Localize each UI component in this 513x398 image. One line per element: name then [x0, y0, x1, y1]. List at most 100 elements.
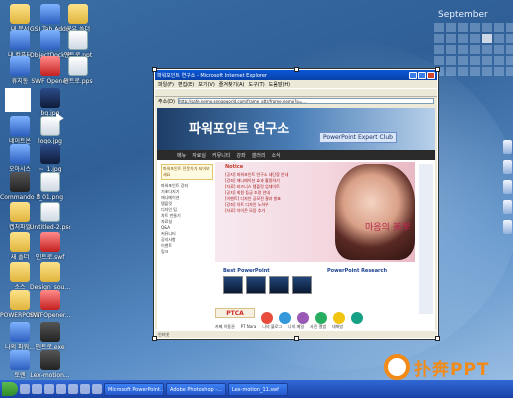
- section-research-label[interactable]: PowerPoint Research: [327, 268, 387, 274]
- mail-icon[interactable]: [315, 312, 327, 324]
- calendar-day[interactable]: [458, 56, 468, 65]
- blog-icon[interactable]: [297, 312, 309, 324]
- blank-icon[interactable]: [5, 88, 31, 112]
- calendar-day[interactable]: [446, 45, 456, 54]
- desktop-icon[interactable]: f_01.png: [30, 172, 70, 201]
- thumbnail-3[interactable]: [269, 276, 289, 294]
- quicklaunch-icon-5[interactable]: [68, 384, 78, 394]
- calendar-day[interactable]: [506, 45, 513, 54]
- browser-window[interactable]: 파워포인트 연구소 - Microsoft Internet Explorer …: [152, 67, 440, 341]
- quicklaunch-icon-6[interactable]: [80, 384, 90, 394]
- section-best-label[interactable]: Best PowerPoint: [223, 268, 270, 274]
- promo-box[interactable]: 파워포인트 전문가가 되어보세요: [161, 164, 213, 180]
- quicklaunch-icon-7[interactable]: [92, 384, 102, 394]
- calendar-day[interactable]: [506, 67, 513, 76]
- desktop-icon[interactable]: Design_sou...: [30, 262, 70, 291]
- dock-tab-4[interactable]: [503, 200, 512, 214]
- menu-item[interactable]: 도움말(H): [269, 81, 290, 88]
- calendar-day[interactable]: [458, 23, 468, 32]
- dock-tab-5[interactable]: [503, 220, 512, 234]
- desktop-icon[interactable]: 공유 폴더: [58, 4, 98, 33]
- calendar-day[interactable]: [470, 23, 480, 32]
- ptca-logo[interactable]: PTCA: [215, 308, 255, 318]
- desktop-icon[interactable]: bg.jpg: [30, 88, 70, 117]
- calendar-day[interactable]: [482, 67, 492, 76]
- desktop-icon[interactable]: SWFOpener...: [30, 290, 70, 319]
- menu-item[interactable]: 도구(T): [249, 81, 265, 88]
- desktop-icon[interactable]: Lex-motion...: [30, 350, 70, 379]
- desktop-icon[interactable]: 인트로.pps: [58, 56, 98, 85]
- resize-handle-br[interactable]: [435, 336, 440, 341]
- quicklaunch-icon-1[interactable]: [20, 384, 30, 394]
- thumbnail-4[interactable]: [292, 276, 312, 294]
- calendar-day[interactable]: [470, 67, 480, 76]
- resize-handle-tr[interactable]: [435, 67, 440, 72]
- calendar-day[interactable]: [494, 67, 504, 76]
- desktop-icon[interactable]: ~_1.jpg: [30, 144, 70, 173]
- calendar-day[interactable]: [494, 23, 504, 32]
- calendar-day[interactable]: [506, 34, 513, 43]
- site-nav-item[interactable]: 메뉴: [177, 152, 186, 159]
- calendar-day[interactable]: [506, 23, 513, 32]
- sidebar-link[interactable]: 링크: [161, 249, 213, 255]
- calendar-day[interactable]: [434, 56, 444, 65]
- quicklaunch-icon-2[interactable]: [32, 384, 42, 394]
- quicklaunch-icon-4[interactable]: [56, 384, 66, 394]
- menu-item[interactable]: 보기(V): [198, 81, 215, 88]
- calendar-day[interactable]: [434, 45, 444, 54]
- resize-handle-t[interactable]: [294, 67, 299, 72]
- calendar-day[interactable]: [446, 56, 456, 65]
- start-button[interactable]: [2, 382, 18, 396]
- menu-item[interactable]: 즐겨찾기(A): [219, 81, 245, 88]
- calendar-day[interactable]: [470, 45, 480, 54]
- calendar-day[interactable]: [434, 34, 444, 43]
- chat-icon[interactable]: [351, 312, 363, 324]
- calendar-day[interactable]: [434, 23, 444, 32]
- news-item[interactable]: [자료] 아이콘 모음 추가: [225, 208, 343, 214]
- album-icon[interactable]: [333, 312, 345, 324]
- calendar-day[interactable]: [458, 45, 468, 54]
- calendar-day[interactable]: [458, 34, 468, 43]
- calendar-day[interactable]: [446, 67, 456, 76]
- calendar-day[interactable]: [506, 56, 513, 65]
- desktop-icon[interactable]: 인트로.exe: [30, 322, 70, 351]
- calendar-day[interactable]: [470, 34, 480, 43]
- calendar-day[interactable]: [482, 56, 492, 65]
- address-input[interactable]: http://safe.nemo.sengsworld.com/frame_at…: [177, 98, 434, 104]
- calendar-day[interactable]: [470, 56, 480, 65]
- calendar-day[interactable]: [494, 56, 504, 65]
- desktop-icon[interactable]: 인트로.swf: [30, 232, 70, 261]
- desktop-icon[interactable]: Untitled-2.psd: [30, 202, 70, 231]
- dock-tab-3[interactable]: [503, 180, 512, 194]
- desktop-icon[interactable]: logo.jpg: [30, 116, 70, 145]
- thumbnail-2[interactable]: [246, 276, 266, 294]
- calendar-day[interactable]: [446, 34, 456, 43]
- resize-handle-tl[interactable]: [152, 67, 157, 72]
- calendar-day[interactable]: [482, 34, 492, 43]
- dock-tab-1[interactable]: [503, 140, 512, 154]
- taskbar-task-button[interactable]: Lex-motion_11.swf: [228, 382, 288, 396]
- site-nav-item[interactable]: 갤러리: [252, 152, 266, 159]
- calendar-day[interactable]: [494, 34, 504, 43]
- quicklaunch-icon-3[interactable]: [44, 384, 54, 394]
- site-logo[interactable]: 파워포인트 연구소: [189, 118, 289, 137]
- calendar-day[interactable]: [482, 45, 492, 54]
- menu-item[interactable]: 파일(F): [158, 81, 174, 88]
- site-nav-item[interactable]: 강좌: [236, 152, 245, 159]
- site-nav-item[interactable]: 소식: [271, 152, 280, 159]
- taskbar-task-button[interactable]: Microsoft PowerPoint...: [104, 382, 164, 396]
- site-nav-item[interactable]: 자료실: [192, 152, 206, 159]
- calendar-day[interactable]: [482, 23, 492, 32]
- calendar-day[interactable]: [458, 67, 468, 76]
- ptnara-icon[interactable]: [279, 312, 291, 324]
- maximize-icon[interactable]: [418, 71, 426, 79]
- resize-handle-bl[interactable]: [152, 336, 157, 341]
- thumbnail-1[interactable]: [223, 276, 243, 294]
- resize-handle-b[interactable]: [294, 336, 299, 341]
- minimize-icon[interactable]: [409, 71, 417, 79]
- desktop-icon[interactable]: 인트로.ppt: [58, 30, 98, 59]
- ppt-banner[interactable]: PowerPoint Expert Club: [319, 132, 397, 143]
- cafe-icon[interactable]: [261, 312, 273, 324]
- site-nav-item[interactable]: 커뮤니티: [212, 152, 230, 159]
- dock-tab-2[interactable]: [503, 160, 512, 174]
